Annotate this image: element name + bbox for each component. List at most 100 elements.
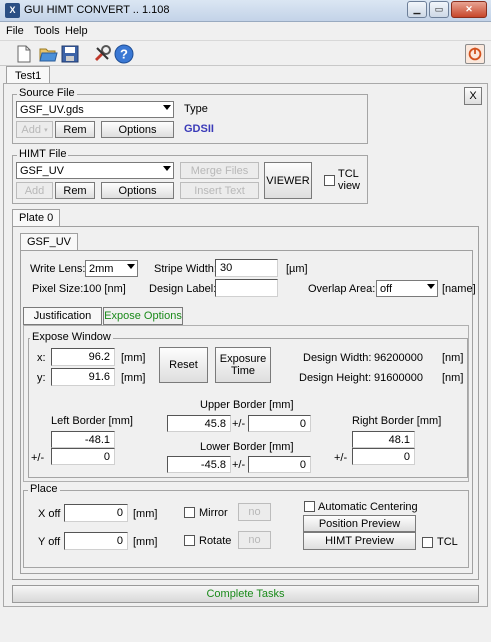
tab-test1[interactable]: Test1 bbox=[6, 66, 51, 84]
close-window-button[interactable]: ✕ bbox=[451, 1, 487, 18]
stripe-width-label: Stripe Width: bbox=[154, 263, 217, 275]
minimize-button[interactable]: ▁ bbox=[407, 1, 427, 18]
stripe-width-input[interactable]: 30 bbox=[215, 259, 278, 277]
source-file-legend: Source File bbox=[17, 87, 77, 99]
exposure-time-label-1: Exposure bbox=[219, 353, 267, 365]
write-lens-value: 2mm bbox=[89, 263, 114, 275]
merge-files-button[interactable]: Merge Files bbox=[180, 162, 259, 179]
right-border-tolerance[interactable]: 0 bbox=[352, 448, 415, 465]
left-border-pm: +/- bbox=[31, 452, 45, 464]
source-rem-button[interactable]: Rem bbox=[55, 121, 95, 138]
pixel-size-value: 100 [nm] bbox=[83, 283, 126, 295]
lower-border-pm: +/- bbox=[232, 459, 246, 471]
automatic-centering-checkbox[interactable] bbox=[304, 501, 315, 512]
source-file-select[interactable]: GSF_UV.gds bbox=[16, 101, 174, 118]
menu-tools[interactable]: Tools bbox=[34, 25, 60, 37]
automatic-centering-label: Automatic Centering bbox=[318, 501, 418, 513]
power-icon[interactable] bbox=[465, 44, 485, 64]
himt-add-button[interactable]: Add bbox=[16, 182, 53, 199]
design-width-label: Design Width: bbox=[303, 352, 372, 364]
tcl-view-label-1: TCL bbox=[338, 168, 359, 180]
viewer-button[interactable]: VIEWER bbox=[264, 162, 312, 199]
help-icon[interactable]: ? bbox=[114, 44, 134, 64]
overlap-area-unit: [name] bbox=[442, 283, 476, 295]
right-border-input[interactable]: 48.1 bbox=[352, 431, 415, 448]
mirror-option-button[interactable]: no bbox=[238, 503, 271, 521]
himt-preview-button[interactable]: HIMT Preview bbox=[303, 532, 416, 550]
complete-tasks-status[interactable]: Complete Tasks bbox=[12, 585, 479, 603]
type-value: GDSII bbox=[184, 123, 214, 135]
design-height-unit: [nm] bbox=[442, 372, 464, 384]
rotate-option-button[interactable]: no bbox=[238, 531, 271, 549]
tcl-label: TCL bbox=[437, 536, 458, 548]
expose-y-input[interactable]: 91.6 bbox=[51, 368, 115, 386]
menu-file[interactable]: File bbox=[6, 25, 24, 37]
toolbar: ? bbox=[0, 40, 491, 66]
position-preview-button[interactable]: Position Preview bbox=[303, 515, 416, 532]
open-folder-icon[interactable] bbox=[38, 44, 58, 64]
source-add-button[interactable]: Add ▾ bbox=[16, 121, 53, 138]
y-off-unit: [mm] bbox=[133, 536, 158, 548]
title-bar: X GUI HIMT CONVERT .. 1.108 ▁ ▭ ✕ bbox=[0, 0, 491, 22]
stripe-width-unit: [µm] bbox=[286, 263, 308, 275]
tcl-view-label-2: view bbox=[338, 180, 361, 192]
upper-border-label: Upper Border [mm] bbox=[200, 399, 294, 411]
exposure-time-button[interactable]: Exposure Time bbox=[215, 347, 271, 383]
overlap-area-select[interactable]: off bbox=[376, 280, 438, 297]
expose-window-legend: Expose Window bbox=[30, 331, 113, 343]
tab-plate-0[interactable]: Plate 0 bbox=[12, 209, 61, 226]
expose-x-label: x: bbox=[37, 352, 46, 364]
svg-text:?: ? bbox=[120, 47, 128, 62]
source-add-label: Add bbox=[21, 123, 41, 136]
x-off-unit: [mm] bbox=[133, 508, 158, 520]
upper-border-pm: +/- bbox=[232, 418, 246, 430]
tools-icon[interactable] bbox=[92, 44, 112, 64]
overlap-area-label: Overlap Area: bbox=[308, 283, 376, 295]
insert-text-button[interactable]: Insert Text bbox=[180, 182, 259, 199]
y-off-input[interactable]: 0 bbox=[64, 532, 128, 550]
mirror-checkbox[interactable] bbox=[184, 507, 195, 518]
upper-border-tolerance[interactable]: 0 bbox=[248, 415, 311, 432]
tab-gsf-uv[interactable]: GSF_UV bbox=[20, 233, 79, 250]
chevron-down-icon bbox=[427, 284, 435, 289]
tab-expose-options[interactable]: Expose Options bbox=[103, 307, 183, 325]
save-icon[interactable] bbox=[60, 44, 80, 64]
reset-button[interactable]: Reset bbox=[159, 347, 208, 383]
himt-file-select[interactable]: GSF_UV bbox=[16, 162, 174, 179]
expose-y-label: y: bbox=[37, 372, 46, 384]
x-off-label: X off bbox=[38, 508, 61, 520]
himt-rem-button[interactable]: Rem bbox=[55, 182, 95, 199]
tcl-checkbox[interactable] bbox=[422, 537, 433, 548]
new-file-icon[interactable] bbox=[14, 44, 34, 64]
upper-border-input[interactable]: 45.8 bbox=[167, 415, 231, 432]
design-height-value: 91600000 bbox=[374, 372, 423, 384]
source-file-selected: GSF_UV.gds bbox=[20, 104, 84, 116]
pixel-size-label: Pixel Size: bbox=[32, 283, 84, 295]
himt-options-button[interactable]: Options bbox=[101, 182, 174, 199]
write-lens-select[interactable]: 2mm bbox=[85, 260, 138, 277]
app-icon: X bbox=[5, 3, 20, 18]
himt-file-selected: GSF_UV bbox=[20, 165, 65, 177]
dropdown-arrow-icon: ▾ bbox=[44, 126, 48, 134]
expose-x-input[interactable]: 96.2 bbox=[51, 348, 115, 366]
lower-border-input[interactable]: -45.8 bbox=[167, 456, 231, 473]
menu-help[interactable]: Help bbox=[65, 25, 88, 37]
left-border-label: Left Border [mm] bbox=[51, 415, 133, 427]
left-border-input[interactable]: -48.1 bbox=[51, 431, 115, 448]
tab-justification[interactable]: Justification bbox=[23, 307, 102, 325]
design-label-label: Design Label: bbox=[149, 283, 217, 295]
lower-border-tolerance[interactable]: 0 bbox=[248, 456, 311, 473]
type-label: Type bbox=[184, 103, 208, 115]
maximize-button[interactable]: ▭ bbox=[429, 1, 449, 18]
right-border-pm: +/- bbox=[334, 452, 348, 464]
tcl-view-checkbox[interactable] bbox=[324, 175, 335, 186]
source-options-button[interactable]: Options bbox=[101, 121, 174, 138]
x-off-input[interactable]: 0 bbox=[64, 504, 128, 522]
window-title: GUI HIMT CONVERT .. 1.108 bbox=[24, 4, 170, 16]
close-tab-button[interactable]: X bbox=[464, 87, 482, 105]
left-border-tolerance[interactable]: 0 bbox=[51, 448, 115, 465]
design-label-input[interactable] bbox=[215, 279, 278, 297]
place-legend: Place bbox=[28, 483, 60, 495]
rotate-label: Rotate bbox=[199, 535, 232, 547]
rotate-checkbox[interactable] bbox=[184, 535, 195, 546]
